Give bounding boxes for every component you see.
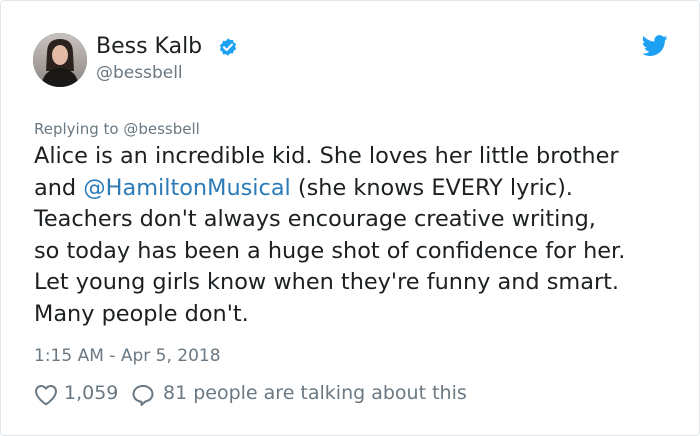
avatar[interactable] [33,33,87,87]
author-name[interactable]: Bess Kalb [96,34,202,59]
tweet-text-segment: and [34,174,84,201]
tweet-text: Alice is an incredible kid. She loves he… [34,141,684,330]
tweet-card: Bess Kalb @bessbell Replying to @bessbel… [0,0,700,436]
twitter-bird-icon[interactable] [642,35,668,57]
timestamp[interactable]: 1:15 AM - Apr 5, 2018 [34,346,221,366]
tweet-text-segment: (she knows EVERY lyric). [290,174,573,201]
talking-about-link[interactable]: 81 people are talking about this [163,382,467,404]
replying-to[interactable]: Replying to @bessbell [34,120,200,138]
mention-link[interactable]: @HamiltonMusical [83,175,291,201]
like-count[interactable]: 1,059 [64,382,118,404]
avatar-image [33,33,87,87]
tweet-line: so today has been a huge shot of confide… [34,237,626,264]
heart-icon[interactable] [34,384,58,406]
tweet-line: Many people don't. [34,300,249,327]
verified-badge-icon [219,38,237,56]
tweet-line: and @HamiltonMusical (she knows EVERY ly… [34,173,684,205]
author-handle[interactable]: @bessbell [96,63,183,83]
speech-bubble-icon[interactable] [131,384,155,406]
tweet-line: Let young girls know when they're funny … [34,269,620,295]
tweet-line: Teachers don't always encourage creative… [34,206,596,232]
tweet-line: Alice is an incredible kid. She loves he… [34,143,619,169]
